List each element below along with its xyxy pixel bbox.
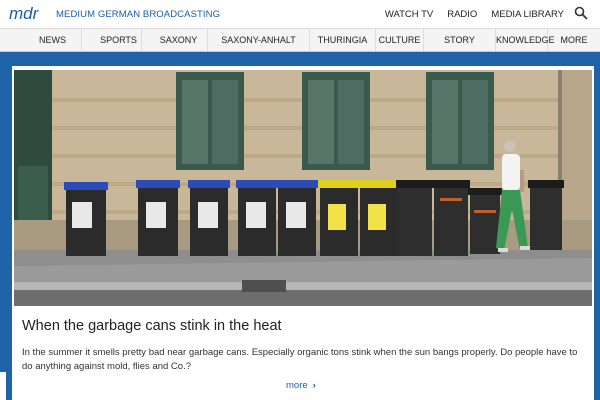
- brand-name[interactable]: MEDIUM GERMAN BROADCASTING: [56, 9, 220, 20]
- media-library-link[interactable]: MEDIA LIBRARY: [491, 9, 564, 20]
- top-links: WATCH TV RADIO MEDIA LIBRARY: [385, 9, 564, 20]
- page-edge-white: [0, 372, 6, 400]
- main-nav: NEWS SPORTS SAXONY SAXONY-ANHALT THURING…: [0, 28, 600, 52]
- article-headline[interactable]: When the garbage cans stink in the heat: [22, 318, 282, 334]
- more-link-label: more: [286, 380, 308, 391]
- article-photo[interactable]: [14, 70, 592, 306]
- nav-item-saxony[interactable]: SAXONY: [150, 29, 208, 51]
- article-card[interactable]: When the garbage cans stink in the heat …: [12, 66, 594, 400]
- top-header: mdr MEDIUM GERMAN BROADCASTING WATCH TV …: [0, 0, 600, 28]
- nav-item-sports[interactable]: SPORTS: [96, 29, 142, 51]
- nav-item-saxony-anhalt[interactable]: SAXONY-ANHALT: [208, 29, 310, 51]
- chevron-right-icon: ›: [312, 380, 316, 391]
- nav-item-culture[interactable]: CULTURE: [376, 29, 424, 51]
- page-edge: [0, 66, 12, 400]
- mdr-logo[interactable]: mdr: [9, 4, 51, 24]
- more-link[interactable]: more ›: [286, 380, 316, 391]
- svg-text:mdr: mdr: [9, 4, 40, 23]
- nav-item-news[interactable]: NEWS: [24, 29, 82, 51]
- watch-tv-link[interactable]: WATCH TV: [385, 9, 433, 20]
- radio-link[interactable]: RADIO: [447, 9, 477, 20]
- nav-item-more[interactable]: MORE: [548, 29, 600, 51]
- search-icon[interactable]: [574, 6, 588, 20]
- blue-band: [0, 52, 600, 66]
- article-teaser: In the summer it smells pretty bad near …: [22, 347, 578, 372]
- nav-item-story[interactable]: STORY: [424, 29, 496, 51]
- nav-item-knowledge[interactable]: KNOWLEDGE: [496, 29, 555, 51]
- nav-item-thuringia[interactable]: THURINGIA: [310, 29, 376, 51]
